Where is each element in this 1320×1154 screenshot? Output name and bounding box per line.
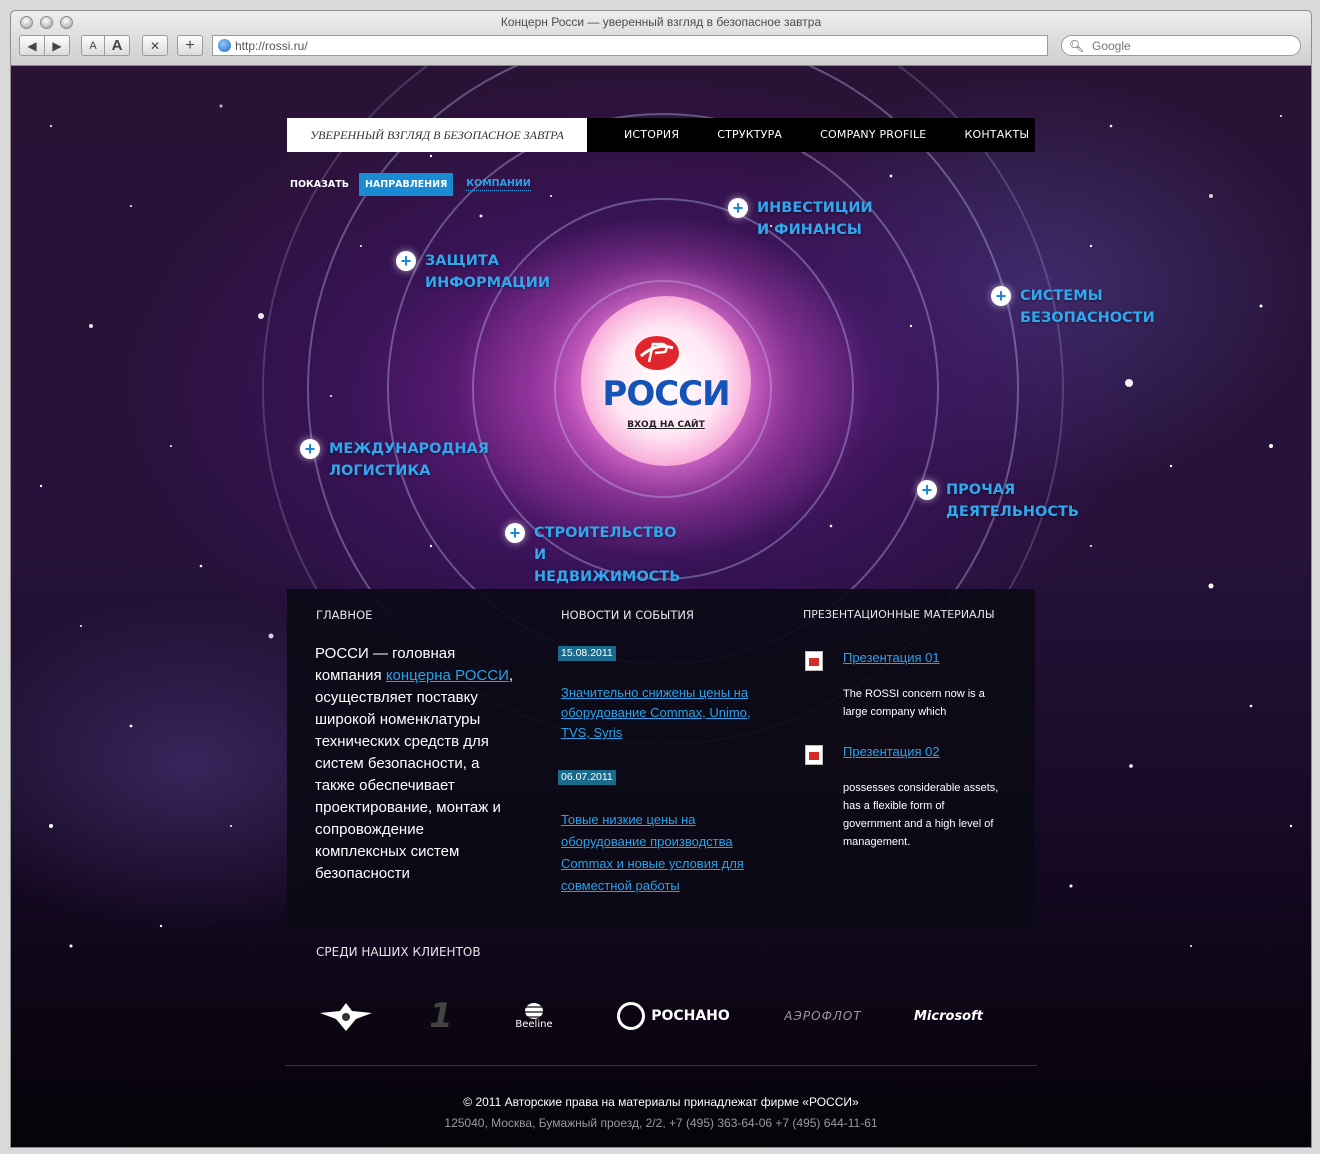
- browser-window: Концерн Росси — уверенный взгляд в безоп…: [10, 10, 1312, 1148]
- plus-icon: +: [505, 523, 525, 543]
- enter-site-link[interactable]: ВХОД НА САЙТ: [581, 420, 751, 430]
- news-link-2[interactable]: Товые низкие цены на оборудование произв…: [561, 809, 771, 897]
- browser-toolbar: Концерн Росси — уверенный взгляд в безоп…: [11, 11, 1311, 66]
- site-tagline: УВЕРЕННЫЙ ВЗГЛЯД В БЕЗОПАСНОЕ ЗАВТРА: [287, 118, 587, 152]
- presentation-text-2: possesses considerable assets, has a fle…: [843, 782, 999, 848]
- nav-item-structure[interactable]: СТРУКТУРА: [717, 118, 782, 152]
- tab-directions[interactable]: НАПРАВЛЕНИЯ: [358, 172, 454, 196]
- pdf-icon: [805, 651, 823, 671]
- window-title: Концерн Росси — уверенный взгляд в безоп…: [500, 15, 822, 29]
- globe-icon: [218, 39, 231, 52]
- plus-icon: +: [185, 36, 195, 54]
- plus-icon: +: [396, 251, 416, 271]
- nav-item-history[interactable]: ИСТОРИЯ: [624, 118, 679, 152]
- back-button[interactable]: ◀: [19, 35, 45, 56]
- nav-item-contacts[interactable]: КОНТАКТЫ: [964, 118, 1029, 152]
- aeroflot-icon[interactable]: АЭРОФЛОТ: [773, 996, 873, 1036]
- clients-heading: СРЕДИ НАШИХ КЛИЕНТОВ: [316, 945, 481, 959]
- address-bar[interactable]: [212, 35, 1048, 56]
- sector-logistics[interactable]: + МЕЖДУНАРОДНАЯ ЛОГИСТИКА: [300, 438, 489, 482]
- footer-divider: [285, 1065, 1037, 1066]
- text-smaller-button[interactable]: A: [81, 35, 105, 56]
- presentation-text-1: The ROSSI concern now is a large company…: [843, 688, 985, 718]
- rossi-logo[interactable]: РОССИ ВХОД НА САЙТ: [581, 296, 751, 466]
- rosnano-circle-icon: [617, 1002, 646, 1030]
- tab-companies[interactable]: КОМПАНИИ: [466, 178, 531, 191]
- sector-security-systems[interactable]: + СИСТЕМЫ БЕЗОПАСНОСТИ: [991, 285, 1170, 329]
- search-input[interactable]: [1092, 37, 1292, 54]
- add-bookmark-button[interactable]: +: [177, 35, 203, 56]
- news-heading: НОВОСТИ И СОБЫТИЯ: [561, 608, 694, 622]
- plus-icon: +: [728, 198, 748, 218]
- news-date-badge: 15.08.2011: [558, 646, 616, 661]
- plus-icon: +: [300, 439, 320, 459]
- presentation-link-1[interactable]: Презентация 01: [843, 650, 940, 665]
- rossi-emblem-shape: [636, 337, 678, 369]
- nav-item-company-profile[interactable]: COMPANY PROFILE: [820, 118, 926, 152]
- beeline-icon[interactable]: Beeline: [506, 996, 562, 1036]
- sector-construction[interactable]: + СТРОИТЕЛЬСТВО И НЕДВИЖИМОСТЬ: [505, 522, 694, 588]
- sector-information-security[interactable]: + ЗАЩИТА ИНФОРМАЦИИ: [396, 250, 575, 294]
- eagle-emblem-icon[interactable]: [316, 996, 376, 1036]
- channel-one-icon[interactable]: 1: [421, 996, 461, 1036]
- main-description: РОССИ — головная компания концерна РОССИ…: [315, 645, 514, 882]
- stop-button[interactable]: ✕: [142, 35, 168, 56]
- concern-link[interactable]: концерна РОССИ: [386, 667, 509, 684]
- show-filter: ПОКАЗАТЬ НАПРАВЛЕНИЯ КОМПАНИИ: [290, 172, 531, 196]
- beeline-stripe-ball: [525, 1002, 543, 1019]
- forward-button[interactable]: ▶: [44, 35, 70, 56]
- rosnano-icon[interactable]: РОСНАНО: [616, 996, 731, 1036]
- info-panel: ГЛАВНОЕ РОССИ — головная компания концер…: [287, 589, 1035, 928]
- logo-wordmark: РОССИ: [602, 374, 730, 414]
- rossi-emblem-icon: [635, 336, 679, 370]
- footer-address: 125040, Москва, Бумажный проезд, 2/2, +7…: [444, 1116, 878, 1130]
- plus-icon: +: [991, 286, 1011, 306]
- search-icon: 🔍︎: [1069, 39, 1085, 53]
- pdf-icon: [805, 745, 823, 765]
- show-label: ПОКАЗАТЬ: [290, 178, 349, 190]
- sector-investments[interactable]: + ИНВЕСТИЦИИ И ФИНАНСЫ: [728, 197, 907, 241]
- text-bigger-button[interactable]: A: [104, 35, 130, 56]
- eagle-emblem-shape: [320, 1003, 372, 1031]
- presentation-link-2[interactable]: Презентация 02: [843, 744, 940, 759]
- news-date-badge: 06.07.2011: [558, 770, 616, 785]
- forward-arrow-icon: ▶: [52, 38, 62, 53]
- url-input[interactable]: [235, 36, 1035, 55]
- close-x-icon: ✕: [149, 38, 161, 53]
- news-link-1[interactable]: Значительно снижены цены на оборудование…: [561, 683, 771, 743]
- main-menu: ИСТОРИЯ СТРУКТУРА COMPANY PROFILE КОНТАК…: [587, 118, 1029, 152]
- search-box[interactable]: 🔍︎: [1061, 35, 1301, 56]
- footer-copyright: © 2011 Авторские права на материалы прин…: [463, 1095, 859, 1109]
- top-navigation: УВЕРЕННЫЙ ВЗГЛЯД В БЕЗОПАСНОЕ ЗАВТРА ИСТ…: [287, 118, 1035, 152]
- main-heading: ГЛАВНОЕ: [316, 608, 373, 622]
- sector-other[interactable]: + ПРОЧАЯ ДЕЯТЕЛЬНОСТЬ: [917, 479, 1096, 523]
- microsoft-icon[interactable]: Microsoft: [911, 996, 986, 1036]
- back-arrow-icon: ◀: [27, 38, 37, 53]
- presentations-heading: ПРЕЗЕНТАЦИОННЫЕ МАТЕРИАЛЫ: [803, 608, 995, 621]
- plus-icon: +: [917, 480, 937, 500]
- page-viewport: УВЕРЕННЫЙ ВЗГЛЯД В БЕЗОПАСНОЕ ЗАВТРА ИСТ…: [11, 66, 1311, 1147]
